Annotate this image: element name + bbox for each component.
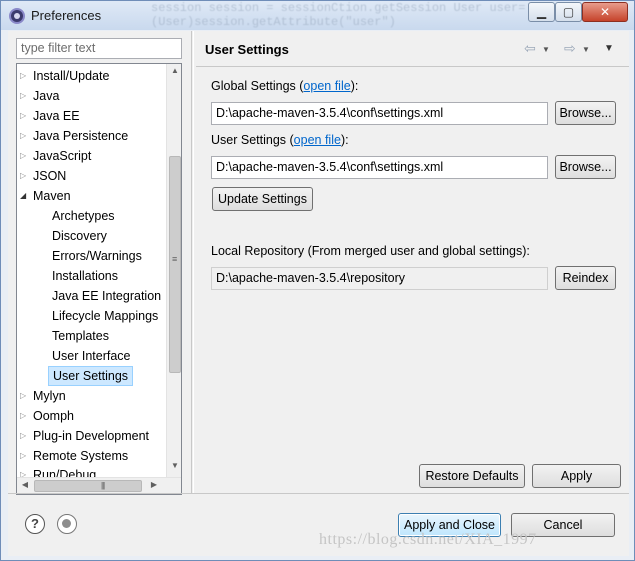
preferences-window: Preferences session session = sessionCti… (0, 0, 635, 561)
forward-arrow-icon[interactable]: ⇨ (564, 40, 576, 57)
expand-arrow-icon[interactable]: ▷ (20, 106, 32, 126)
expand-arrow-icon[interactable]: ▷ (20, 146, 32, 166)
maximize-button[interactable]: ▢ (555, 2, 582, 22)
watermark: https://blog.csdn.net/XIA_1997 (319, 531, 537, 548)
grip-icon: ||| (101, 481, 105, 490)
grip-icon: ≡ (172, 254, 178, 264)
dialog-client-area: type filter text ▷ Install/Update ▷ Java… (8, 31, 629, 556)
global-settings-field[interactable]: D:\apache-maven-3.5.4\conf\settings.xml (211, 102, 548, 125)
collapse-arrow-icon[interactable]: ◢ (20, 186, 32, 206)
scroll-up-arrow-icon[interactable]: ▲ (170, 66, 180, 80)
scroll-down-arrow-icon[interactable]: ▼ (170, 461, 180, 475)
eclipse-app-icon (9, 8, 25, 24)
user-settings-field[interactable]: D:\apache-maven-3.5.4\conf\settings.xml (211, 156, 548, 179)
local-repository-label: Local Repository (From merged user and g… (211, 244, 530, 258)
scroll-left-arrow-icon[interactable]: ◀ (19, 480, 31, 489)
user-settings-label: User Settings (open file): (211, 133, 349, 147)
help-icon[interactable]: ? (25, 514, 45, 534)
panel-splitter[interactable] (191, 31, 194, 493)
tree-horizontal-scrollbar[interactable]: ◀ ||| ▶ (17, 477, 181, 494)
expand-arrow-icon[interactable]: ▷ (20, 66, 32, 86)
background-ghost-text: session session = sessionCtion.getSessio… (151, 1, 526, 29)
horizontal-scroll-thumb[interactable]: ||| (34, 480, 142, 492)
user-open-file-link[interactable]: open file (294, 133, 341, 147)
restore-defaults-button[interactable]: Restore Defaults (419, 464, 525, 488)
record-icon[interactable] (57, 514, 77, 534)
local-repository-field: D:\apache-maven-3.5.4\repository (211, 267, 548, 290)
expand-arrow-icon[interactable]: ▷ (20, 386, 32, 406)
expand-arrow-icon[interactable]: ▷ (20, 406, 32, 426)
vertical-scroll-thumb[interactable]: ≡ (169, 156, 181, 373)
back-arrow-icon[interactable]: ⇦ (524, 40, 536, 57)
update-settings-button[interactable]: Update Settings (212, 187, 313, 211)
reindex-button[interactable]: Reindex (555, 266, 616, 290)
title-separator (196, 66, 629, 67)
back-menu-chevron-icon[interactable]: ▼ (542, 45, 550, 54)
expand-arrow-icon[interactable]: ▷ (20, 126, 32, 146)
expand-arrow-icon[interactable]: ▷ (20, 446, 32, 466)
user-browse-button[interactable]: Browse... (555, 155, 616, 179)
close-button[interactable]: ✕ (582, 2, 628, 22)
preferences-tree[interactable]: ▷ Install/Update ▷ Java ▷ Java EE ▷ Java… (16, 63, 182, 495)
expand-arrow-icon[interactable]: ▷ (20, 86, 32, 106)
expand-arrow-icon[interactable]: ▷ (20, 426, 32, 446)
title-bar[interactable]: Preferences session session = sessionCti… (1, 1, 634, 30)
expand-arrow-icon[interactable]: ▷ (20, 166, 32, 186)
view-menu-icon[interactable]: ▼ (604, 43, 614, 54)
global-open-file-link[interactable]: open file (303, 79, 350, 93)
minimize-button[interactable]: ▁ (528, 2, 555, 22)
page-title: User Settings (205, 42, 289, 57)
scroll-right-arrow-icon[interactable]: ▶ (148, 480, 160, 489)
forward-menu-chevron-icon[interactable]: ▼ (582, 45, 590, 54)
footer-separator (8, 493, 629, 494)
tree-vertical-scrollbar[interactable]: ▲ ≡ ▼ (166, 64, 181, 477)
global-settings-label: Global Settings (open file): (211, 79, 359, 93)
filter-input[interactable]: type filter text (16, 38, 182, 59)
apply-button[interactable]: Apply (532, 464, 621, 488)
window-title: Preferences (31, 8, 102, 23)
global-browse-button[interactable]: Browse... (555, 101, 616, 125)
